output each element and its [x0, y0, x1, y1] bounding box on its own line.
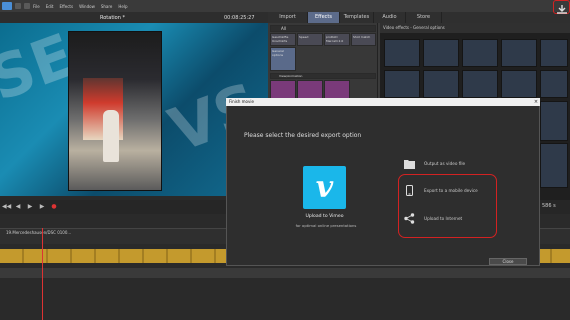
track-label: 19.Mercedeshausen/DSC 0100... — [6, 230, 72, 235]
tab-store[interactable]: Store — [406, 12, 442, 23]
menu-file[interactable]: File — [33, 4, 40, 9]
menu-share[interactable]: Share — [101, 4, 113, 9]
tab-audio[interactable]: Audio — [374, 12, 406, 23]
fx-tile[interactable] — [384, 39, 420, 67]
category-view-animation[interactable]: View/Animation — [270, 73, 376, 79]
playhead[interactable] — [42, 228, 43, 320]
effect-tile-1[interactable] — [270, 80, 296, 100]
fx-tile[interactable] — [501, 39, 537, 67]
export-icon-highlight[interactable] — [553, 0, 570, 14]
tab-templates[interactable]: Templates — [340, 12, 374, 23]
preview-photo — [68, 31, 162, 191]
menubar: File Edit Effects Window Share Help — [0, 0, 570, 12]
effect-tile-3[interactable] — [324, 80, 350, 100]
menu-edit[interactable]: Edit — [46, 4, 54, 9]
category-dropdown[interactable]: All — [270, 25, 376, 32]
audio-track[interactable] — [0, 268, 570, 278]
highlight-annotation — [398, 174, 497, 238]
fx-tile[interactable] — [384, 70, 420, 98]
timecode: 00:08:25:27 — [224, 14, 255, 21]
vimeo-subtitle: for optimal online presentations — [295, 223, 357, 228]
photo-figure — [103, 110, 119, 162]
app-logo-icon — [2, 2, 12, 10]
option-output-video-file[interactable]: Output as video file — [404, 158, 465, 169]
menu-help[interactable]: Help — [118, 4, 127, 9]
dialog-title: Finish movie — [229, 99, 254, 104]
record-icon[interactable]: ● — [50, 203, 58, 211]
close-button[interactable]: Close — [489, 258, 527, 265]
option-label: Output as video file — [424, 161, 466, 166]
preview-titlebar: Rotation * 00:08:25:27 — [0, 12, 268, 23]
vimeo-logo-icon: v — [315, 169, 334, 205]
fx-tile[interactable] — [462, 39, 498, 67]
project-title: Rotation * — [100, 14, 125, 21]
menu-effects[interactable]: Effects — [59, 4, 73, 9]
save-icon[interactable] — [24, 3, 30, 9]
vimeo-label[interactable]: Upload to Vimeo — [303, 214, 346, 219]
category-speed[interactable]: Speed — [297, 33, 323, 46]
fx-tile[interactable] — [462, 70, 498, 98]
effect-tile-2[interactable] — [297, 80, 323, 100]
folder-icon — [404, 158, 415, 169]
effects-header: Video effects - General options — [380, 23, 570, 33]
fx-tile[interactable] — [423, 39, 459, 67]
app-window: File Edit Effects Window Share Help Rota… — [0, 0, 570, 320]
vimeo-button[interactable]: v — [303, 166, 346, 209]
media-pool-tabs: Import Effects Templates Audio Store — [268, 12, 570, 23]
menu-window[interactable]: Window — [79, 4, 95, 9]
category-unscharfe[interactable]: Geschärfte Unschärfe — [270, 33, 296, 46]
category-mercalli[interactable]: proDAD Mercalli 2.0 — [324, 33, 350, 46]
fx-tile[interactable] — [540, 143, 568, 188]
category-shot-match[interactable]: Shot match — [351, 33, 376, 46]
dialog-titlebar — [226, 98, 540, 106]
zoom-value: 586 s — [542, 203, 556, 209]
dialog-close-icon[interactable]: × — [532, 98, 540, 106]
dialog-prompt: Please select the desired export option — [244, 132, 362, 139]
folder-icon[interactable] — [15, 3, 21, 9]
rewind-icon[interactable]: ◀◀ — [2, 203, 11, 211]
tab-effects[interactable]: Effects — [308, 12, 340, 23]
fx-tile[interactable] — [540, 39, 568, 67]
prev-frame-icon[interactable]: ◀ — [14, 203, 22, 211]
fx-tile[interactable] — [423, 70, 459, 98]
next-frame-icon[interactable]: ▶ — [38, 203, 46, 211]
category-general-options[interactable]: General options — [270, 47, 296, 71]
fx-tile[interactable] — [501, 70, 537, 98]
tab-import[interactable]: Import — [268, 12, 308, 23]
fx-tile[interactable] — [540, 70, 568, 98]
play-icon[interactable]: ▶ — [26, 203, 34, 211]
fx-tile[interactable] — [540, 101, 568, 141]
